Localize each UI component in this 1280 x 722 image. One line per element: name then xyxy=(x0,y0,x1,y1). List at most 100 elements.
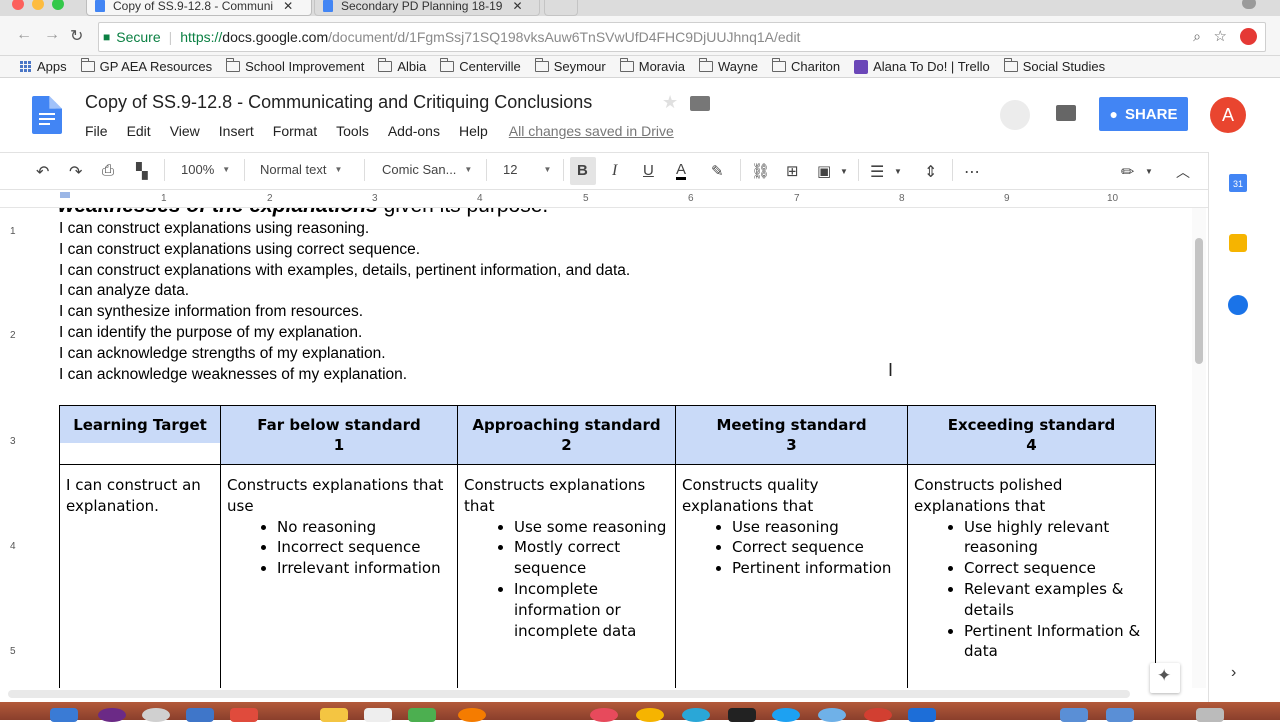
scroll-thumb[interactable] xyxy=(1195,238,1203,364)
criteria-item: Pertinent information xyxy=(732,558,901,579)
chevron-down-icon[interactable]: ▼ xyxy=(840,167,848,176)
bookmark-apps[interactable]: Apps xyxy=(20,59,67,74)
menu-view[interactable]: View xyxy=(170,123,200,139)
forward-icon[interactable]: → xyxy=(44,26,60,44)
bookmark-folder[interactable]: Albia xyxy=(378,58,426,74)
vertical-scrollbar[interactable] xyxy=(1192,208,1206,688)
criteria-list: Use some reasoning Mostly correct sequen… xyxy=(514,517,669,642)
bookmark-label: Seymour xyxy=(553,59,606,74)
align-left-icon[interactable]: ☰ xyxy=(870,162,884,182)
line-spacing-icon[interactable]: ⇕ xyxy=(924,162,937,182)
minimize-window-icon[interactable] xyxy=(32,0,44,10)
share-button[interactable]: ● SHARE xyxy=(1099,97,1188,131)
menu-help[interactable]: Help xyxy=(459,123,488,139)
font-size-select[interactable]: 12 ▼ xyxy=(503,162,551,177)
highlight-icon[interactable]: ✎ xyxy=(711,162,724,180)
back-icon[interactable]: ← xyxy=(16,26,32,44)
cell-far-below[interactable]: Constructs explanations that use No reas… xyxy=(220,464,458,688)
bookmark-star-icon[interactable]: ☆ xyxy=(1214,27,1227,45)
star-icon[interactable]: ★ xyxy=(662,92,678,113)
cell-approaching[interactable]: Constructs explanations that Use some re… xyxy=(457,464,676,688)
more-icon[interactable]: ⋯ xyxy=(964,162,980,182)
bookmark-folder[interactable]: Seymour xyxy=(534,58,606,74)
cell-exceeding[interactable]: Constructs polished explanations that Us… xyxy=(907,464,1156,688)
tab-close-icon[interactable]: ✕ xyxy=(283,0,293,13)
target-line: I can acknowledge weaknesses of my expla… xyxy=(59,365,408,383)
bookmark-folder[interactable]: Wayne xyxy=(699,58,758,74)
indent-marker-icon[interactable] xyxy=(60,192,70,198)
calendar-icon[interactable]: 31 xyxy=(1229,174,1247,192)
menu-file[interactable]: File xyxy=(85,123,108,139)
account-avatar[interactable]: A xyxy=(1210,97,1246,133)
explore-button[interactable] xyxy=(1150,663,1180,693)
tab-close-icon[interactable]: ✕ xyxy=(512,0,522,13)
bookmark-folder[interactable]: Social Studies xyxy=(1003,58,1105,74)
folder-icon xyxy=(771,58,786,72)
collaborators-button[interactable] xyxy=(1000,100,1030,130)
underline-button[interactable]: U xyxy=(643,162,654,179)
save-status[interactable]: All changes saved in Drive xyxy=(509,123,674,139)
lock-icon: ■ xyxy=(103,30,111,44)
address-bar[interactable]: ■ Secure | https:// docs.google.com /doc… xyxy=(98,22,1266,52)
new-tab-button[interactable] xyxy=(544,0,578,16)
header-exceeding[interactable]: Exceeding standard 4 xyxy=(907,405,1156,465)
criteria-item: Use highly relevant reasoning xyxy=(964,517,1149,559)
ruler-mark: 8 xyxy=(899,193,905,204)
keep-icon[interactable] xyxy=(1229,234,1247,252)
browser-tab-active[interactable]: Copy of SS.9-12.8 - Communi ✕ xyxy=(86,0,312,16)
menu-tools[interactable]: Tools xyxy=(336,123,369,139)
browser-toolbar: ← → ↻ ■ Secure | https:// docs.google.co… xyxy=(0,16,1280,56)
docs-logo-icon[interactable] xyxy=(32,96,62,134)
bookmark-trello[interactable]: Alana To Do! | Trello xyxy=(854,59,990,74)
heading-normal-text: given its purpose. xyxy=(378,208,549,217)
italic-button[interactable]: I xyxy=(612,162,617,180)
paint-format-icon[interactable]: ▚ xyxy=(136,162,148,180)
bookmark-folder[interactable]: Centerville xyxy=(440,58,521,74)
collapse-menu-icon[interactable]: ︿ xyxy=(1176,162,1190,182)
cell-learning-target[interactable]: I can construct an explanation. xyxy=(59,464,221,688)
menu-insert[interactable]: Insert xyxy=(219,123,254,139)
browser-tab[interactable]: Secondary PD Planning 18-19 ✕ xyxy=(314,0,540,16)
style-select[interactable]: Normal text ▼ xyxy=(260,162,342,177)
text-color-button[interactable]: A xyxy=(676,162,687,180)
insert-image-icon[interactable]: ▣ xyxy=(817,162,831,180)
header-far-below[interactable]: Far below standard 1 xyxy=(220,405,458,465)
menu-edit[interactable]: Edit xyxy=(127,123,151,139)
menu-add-ons[interactable]: Add-ons xyxy=(388,123,440,139)
extension-icon[interactable] xyxy=(1240,28,1257,45)
header-meeting[interactable]: Meeting standard 3 xyxy=(675,405,908,465)
link-icon[interactable]: ⛓ xyxy=(751,162,770,180)
horizontal-ruler[interactable]: 1 2 3 4 5 6 7 8 9 10 xyxy=(0,190,1208,208)
header-learning-target[interactable]: Learning Target xyxy=(59,405,221,465)
document-title[interactable]: Copy of SS.9-12.8 - Communicating and Cr… xyxy=(85,92,592,113)
document-canvas[interactable]: weaknesses of the explanations given its… xyxy=(24,208,1192,688)
zoom-icon[interactable]: ⌕ xyxy=(1193,28,1201,45)
chevron-down-icon: ▼ xyxy=(334,165,343,174)
move-to-folder-icon[interactable] xyxy=(690,96,710,111)
maximize-window-icon[interactable] xyxy=(52,0,64,10)
profile-icon[interactable] xyxy=(1242,0,1256,9)
chevron-down-icon[interactable]: ▼ xyxy=(894,167,902,176)
bookmark-folder[interactable]: GP AEA Resources xyxy=(80,58,212,74)
font-select[interactable]: Comic San... ▼ xyxy=(382,162,472,177)
undo-icon[interactable]: ↶ xyxy=(36,162,49,182)
bookmark-folder[interactable]: Chariton xyxy=(771,58,840,74)
redo-icon[interactable]: ↷ xyxy=(69,162,82,182)
reload-icon[interactable]: ↻ xyxy=(70,26,83,46)
tasks-icon[interactable] xyxy=(1228,295,1248,315)
editing-mode-icon[interactable]: ✏ xyxy=(1121,162,1134,182)
horizontal-scrollbar[interactable] xyxy=(8,690,1130,698)
chevron-down-icon: ▼ xyxy=(222,165,231,174)
menu-format[interactable]: Format xyxy=(273,123,317,139)
zoom-select[interactable]: 100% ▼ xyxy=(181,162,230,177)
expand-panel-icon[interactable]: › xyxy=(1231,664,1236,682)
print-icon[interactable]: ⎙ xyxy=(102,162,114,179)
bookmark-folder[interactable]: School Improvement xyxy=(226,58,364,74)
chevron-down-icon[interactable]: ▼ xyxy=(1145,167,1153,176)
close-window-icon[interactable] xyxy=(12,0,24,10)
comment-history-icon[interactable] xyxy=(1056,105,1076,121)
header-approaching[interactable]: Approaching standard 2 xyxy=(457,405,676,465)
add-comment-icon[interactable]: ⊞ xyxy=(786,162,799,180)
cell-meeting[interactable]: Constructs quality explanations that Use… xyxy=(675,464,908,688)
bookmark-folder[interactable]: Moravia xyxy=(619,58,685,74)
